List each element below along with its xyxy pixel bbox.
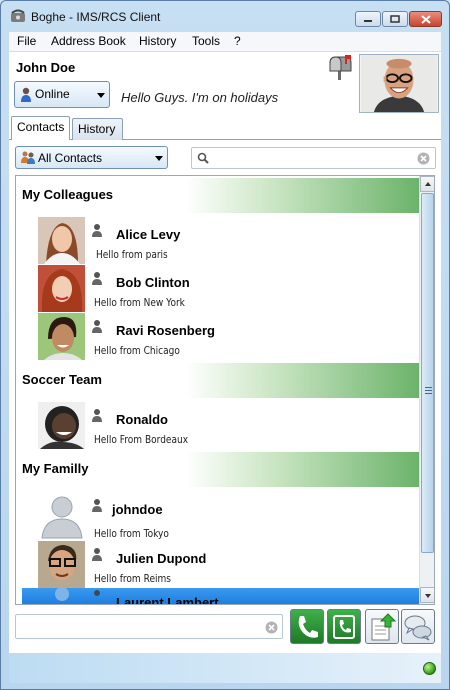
presence-icon	[92, 320, 102, 333]
presence-icon	[92, 548, 102, 561]
close-button[interactable]	[409, 11, 442, 27]
contact-name: johndoe	[112, 502, 163, 517]
search-icon	[197, 152, 209, 164]
contact-item[interactable]: Alice Levy Hello from paris	[16, 217, 419, 265]
app-phone-icon	[11, 9, 25, 22]
contact-name: Alice Levy	[116, 227, 181, 242]
contact-name: Julien Dupond	[116, 551, 207, 566]
chevron-down-icon	[97, 93, 105, 98]
presence-icon	[94, 590, 100, 596]
person-icon	[21, 87, 31, 102]
menu-address-book[interactable]: Address Book	[51, 34, 126, 48]
contact-item[interactable]: Ronaldo Hello From Bordeaux	[16, 402, 419, 450]
contact-item[interactable]: johndoe Hello from Tokyo	[16, 492, 419, 540]
menu-tools[interactable]: Tools	[192, 34, 220, 48]
arrow-up-icon	[425, 182, 431, 186]
minimize-icon	[364, 20, 372, 22]
contact-item[interactable]: Julien Dupond Hello from Reims	[16, 541, 419, 589]
audio-call-button[interactable]	[290, 609, 324, 644]
chat-button[interactable]	[401, 609, 435, 644]
phone-icon	[298, 616, 318, 638]
scroll-thumb[interactable]	[421, 193, 434, 553]
contact-list[interactable]: My Colleagues Alice Levy Hello from pari…	[15, 175, 435, 605]
view-tabs: Contacts History	[9, 116, 441, 140]
contact-status: Hello from New York	[94, 296, 185, 309]
clear-search-icon[interactable]	[417, 152, 430, 165]
contact-avatar	[38, 402, 85, 449]
group-name: My Colleagues	[22, 187, 114, 202]
address-input[interactable]	[15, 614, 283, 639]
scroll-down-button[interactable]	[420, 587, 434, 603]
contact-item[interactable]: Bob Clinton Hello from New York	[16, 265, 419, 313]
title-bar[interactable]: Boghe - IMS/RCS Client	[1, 1, 449, 31]
tab-contacts[interactable]: Contacts	[11, 116, 70, 140]
group-header[interactable]: My Familly	[16, 452, 419, 487]
chevron-down-icon	[155, 156, 163, 161]
contact-name: Ravi Rosenberg	[116, 323, 215, 338]
search-field[interactable]	[191, 147, 436, 169]
maximize-button[interactable]	[382, 11, 408, 27]
file-upload-icon	[371, 613, 396, 641]
mood-message[interactable]: Hello Guys. I'm on holidays	[121, 90, 278, 105]
maximize-icon	[390, 15, 400, 23]
arrow-down-icon	[425, 594, 431, 598]
presence-icon	[92, 499, 102, 512]
contact-name: Ronaldo	[116, 412, 168, 427]
contact-name: Laurent Lambert	[116, 595, 219, 605]
main-panel: John Doe Online Hello Guys. I'm on holid…	[9, 52, 441, 653]
contact-item[interactable]: Ravi Rosenberg Hello from Chicago	[16, 313, 419, 361]
contact-avatar	[38, 541, 85, 588]
minimize-button[interactable]	[355, 11, 381, 27]
mailbox-icon[interactable]	[327, 54, 353, 80]
contact-status: Hello from Reims	[94, 572, 172, 585]
send-file-button[interactable]	[365, 609, 399, 644]
contact-item-selected[interactable]: Laurent Lambert	[22, 588, 419, 604]
presence-icon	[92, 224, 102, 237]
status-led-icon	[423, 662, 436, 675]
contact-status: Hello from paris	[96, 248, 168, 261]
tab-history[interactable]: History	[72, 118, 123, 140]
status-bar	[9, 653, 441, 683]
close-icon	[420, 15, 431, 24]
contact-avatar	[38, 265, 85, 312]
menu-history[interactable]: History	[139, 34, 176, 48]
scrollbar[interactable]	[419, 176, 434, 604]
group-header[interactable]: Soccer Team	[16, 363, 419, 398]
user-avatar[interactable]	[359, 54, 439, 113]
presence-icon	[92, 272, 102, 285]
presence-value: Online	[35, 87, 70, 101]
presence-icon	[92, 409, 102, 422]
contact-status: Hello from Chicago	[94, 344, 180, 357]
contact-avatar	[38, 313, 85, 360]
presence-dropdown[interactable]: Online	[14, 81, 110, 108]
menu-file[interactable]: File	[17, 34, 36, 48]
contact-status: Hello from Tokyo	[94, 527, 169, 540]
contact-filter-dropdown[interactable]: All Contacts	[15, 146, 168, 169]
chat-icon	[404, 615, 432, 641]
group-name: Soccer Team	[22, 372, 102, 387]
menu-bar: File Address Book History Tools ?	[9, 32, 441, 52]
default-avatar-icon	[38, 492, 85, 539]
video-call-button[interactable]	[327, 609, 361, 644]
contact-avatar	[38, 217, 85, 264]
group-icon	[21, 151, 35, 164]
scroll-up-button[interactable]	[420, 176, 434, 192]
window-title: Boghe - IMS/RCS Client	[31, 10, 161, 24]
app-window: Boghe - IMS/RCS Client File Address Book…	[0, 0, 450, 690]
filter-value: All Contacts	[38, 151, 103, 165]
contact-name: Bob Clinton	[116, 275, 190, 290]
user-name: John Doe	[16, 60, 76, 75]
menu-help[interactable]: ?	[234, 34, 241, 48]
group-name: My Familly	[22, 461, 89, 476]
contact-status: Hello From Bordeaux	[94, 433, 189, 446]
clear-input-icon[interactable]	[265, 621, 278, 634]
group-header[interactable]: My Colleagues	[16, 178, 419, 213]
grip-icon	[425, 387, 432, 396]
video-call-icon	[333, 615, 355, 639]
default-avatar-icon	[55, 588, 69, 601]
